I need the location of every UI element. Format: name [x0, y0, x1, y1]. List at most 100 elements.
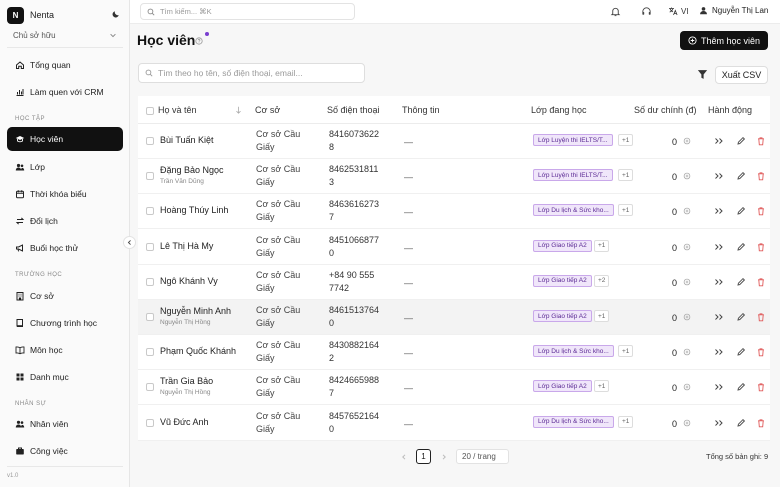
more-classes-badge[interactable]: +1	[618, 415, 634, 428]
table-row[interactable]: Phạm Quốc Khánh Cơ sở Cầu Giấy 843088216…	[138, 335, 770, 371]
table-row[interactable]: Hoàng Thúy Linh Cơ sở Cầu Giấy 846361627…	[138, 194, 770, 230]
class-tag[interactable]: Lớp Luyện thi IELTS/T...	[533, 169, 613, 182]
student-name[interactable]: Phạm Quốc Khánh	[160, 346, 236, 356]
student-name[interactable]: Bùi Tuấn Kiệt	[160, 135, 214, 145]
sidebar-item-categories[interactable]: Danh mục	[7, 365, 123, 389]
delete-icon[interactable]	[756, 347, 766, 357]
page-size-select[interactable]: 20 / trang	[456, 449, 509, 464]
more-classes-badge[interactable]: +1	[618, 345, 634, 358]
add-balance-icon[interactable]	[683, 137, 691, 145]
add-balance-icon[interactable]	[683, 419, 691, 427]
student-name[interactable]: Ngô Khánh Vy	[160, 276, 218, 286]
class-tag[interactable]: Lớp Giao tiếp A2	[533, 310, 592, 322]
sidebar-item-trial-lessons[interactable]: Buổi học thử	[7, 236, 123, 260]
more-classes-badge[interactable]: +1	[594, 239, 610, 252]
add-balance-icon[interactable]	[683, 313, 691, 321]
more-classes-badge[interactable]: +1	[594, 310, 610, 322]
table-row[interactable]: Bùi Tuấn Kiệt Cơ sở Cầu Giấy 8416073622 8…	[138, 124, 770, 159]
class-tag[interactable]: Lớp Giao tiếp A2	[533, 274, 592, 287]
user-menu[interactable]: Nguyễn Thị Lan	[699, 6, 768, 15]
add-balance-icon[interactable]	[683, 383, 691, 391]
student-search-input[interactable]: Tìm theo họ tên, số điện thoại, email...	[138, 63, 365, 83]
expand-icon[interactable]	[714, 347, 724, 357]
expand-icon[interactable]	[714, 312, 724, 322]
class-tag[interactable]: Lớp Du lịch & Sức kho...	[533, 415, 614, 428]
delete-icon[interactable]	[756, 136, 766, 146]
student-name[interactable]: Đặng Bảo Ngọc	[160, 165, 224, 175]
edit-icon[interactable]	[736, 171, 746, 181]
edit-icon[interactable]	[736, 418, 746, 428]
add-balance-icon[interactable]	[683, 348, 691, 356]
more-classes-badge[interactable]: +1	[618, 204, 634, 217]
student-name[interactable]: Trần Gia Bảo	[160, 376, 213, 386]
expand-icon[interactable]	[714, 382, 724, 392]
student-name[interactable]: Vũ Đức Anh	[160, 417, 209, 427]
bell-icon[interactable]	[610, 6, 621, 17]
table-row[interactable]: Trần Gia Bảo Nguyễn Thị Hồng Cơ sở Cầu G…	[138, 370, 770, 406]
row-checkbox[interactable]	[146, 313, 154, 321]
next-page-button[interactable]	[437, 450, 450, 463]
global-search-input[interactable]: Tìm kiếm... ⌘K	[140, 3, 355, 20]
page-number-button[interactable]: 1	[416, 449, 431, 464]
more-classes-badge[interactable]: +1	[618, 169, 634, 182]
table-row[interactable]: Lê Thị Hà My Cơ sở Cầu Giấy 8451066877 0 …	[138, 230, 770, 265]
select-all-checkbox[interactable]	[146, 107, 154, 115]
collapse-sidebar-button[interactable]	[123, 236, 136, 249]
student-name[interactable]: Nguyễn Minh Anh	[160, 306, 231, 316]
delete-icon[interactable]	[756, 206, 766, 216]
expand-icon[interactable]	[714, 206, 724, 216]
class-tag[interactable]: Lớp Du lịch & Sức kho...	[533, 345, 614, 358]
moon-icon[interactable]	[112, 9, 121, 18]
row-checkbox[interactable]	[146, 383, 154, 392]
table-row[interactable]: Đặng Bảo Ngọc Trần Văn Dũng Cơ sở Cầu Gi…	[138, 159, 770, 195]
row-checkbox[interactable]	[146, 207, 154, 216]
delete-icon[interactable]	[756, 277, 766, 287]
expand-icon[interactable]	[714, 171, 724, 181]
more-classes-badge[interactable]: +2	[594, 274, 610, 287]
row-checkbox[interactable]	[146, 172, 154, 181]
help-icon[interactable]	[195, 37, 203, 45]
sidebar-item-reschedule[interactable]: Đổi lịch	[7, 209, 123, 233]
row-checkbox[interactable]	[146, 242, 154, 251]
edit-icon[interactable]	[736, 277, 746, 287]
owner-selector[interactable]: Chủ sở hữu	[7, 28, 123, 42]
add-student-button[interactable]: Thêm học viên	[680, 31, 768, 50]
row-checkbox[interactable]	[146, 137, 154, 145]
sidebar-item-programs[interactable]: Chương trình học	[7, 311, 123, 335]
row-checkbox[interactable]	[146, 418, 154, 427]
sort-icon[interactable]	[235, 106, 242, 114]
sidebar-item-branches[interactable]: Cơ sở	[7, 284, 123, 308]
filter-icon[interactable]	[697, 69, 708, 80]
edit-icon[interactable]	[736, 242, 746, 252]
expand-icon[interactable]	[714, 418, 724, 428]
table-row[interactable]: Nguyễn Minh Anh Nguyễn Thị Hồng Cơ sở Cầ…	[138, 300, 770, 335]
sidebar-item-classes[interactable]: Lớp	[7, 155, 123, 179]
sidebar-item-overview[interactable]: Tổng quan	[7, 53, 123, 77]
language-switcher[interactable]: VI	[668, 6, 689, 16]
row-checkbox[interactable]	[146, 277, 154, 286]
prev-page-button[interactable]	[397, 450, 410, 463]
sidebar-item-students[interactable]: Học viên	[7, 127, 123, 151]
edit-icon[interactable]	[736, 382, 746, 392]
add-balance-icon[interactable]	[683, 207, 691, 215]
expand-icon[interactable]	[714, 136, 724, 146]
table-row[interactable]: Ngô Khánh Vy Cơ sở Cầu Giấy +84 90 555 77…	[138, 265, 770, 300]
class-tag[interactable]: Lớp Giao tiếp A2	[533, 380, 592, 393]
sidebar-item-staff[interactable]: Nhân viên	[7, 412, 123, 436]
class-tag[interactable]: Lớp Giao tiếp A2	[533, 239, 592, 252]
edit-icon[interactable]	[736, 312, 746, 322]
add-balance-icon[interactable]	[683, 278, 691, 286]
add-balance-icon[interactable]	[683, 243, 691, 251]
sidebar-item-crm-intro[interactable]: Làm quen với CRM	[7, 80, 123, 104]
class-tag[interactable]: Lớp Luyện thi IELTS/T...	[533, 134, 613, 146]
delete-icon[interactable]	[756, 418, 766, 428]
edit-icon[interactable]	[736, 136, 746, 146]
class-tag[interactable]: Lớp Du lịch & Sức kho...	[533, 204, 614, 217]
more-classes-badge[interactable]: +1	[618, 134, 634, 146]
delete-icon[interactable]	[756, 171, 766, 181]
student-name[interactable]: Lê Thị Hà My	[160, 241, 213, 251]
delete-icon[interactable]	[756, 312, 766, 322]
sidebar-item-subjects[interactable]: Môn học	[7, 338, 123, 362]
sidebar-item-tasks[interactable]: Công việc	[7, 439, 123, 463]
edit-icon[interactable]	[736, 206, 746, 216]
